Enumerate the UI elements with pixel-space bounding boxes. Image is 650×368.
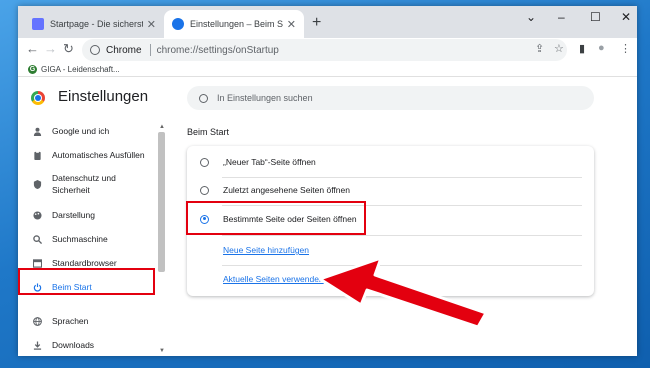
red-arrow-icon (318, 256, 488, 329)
